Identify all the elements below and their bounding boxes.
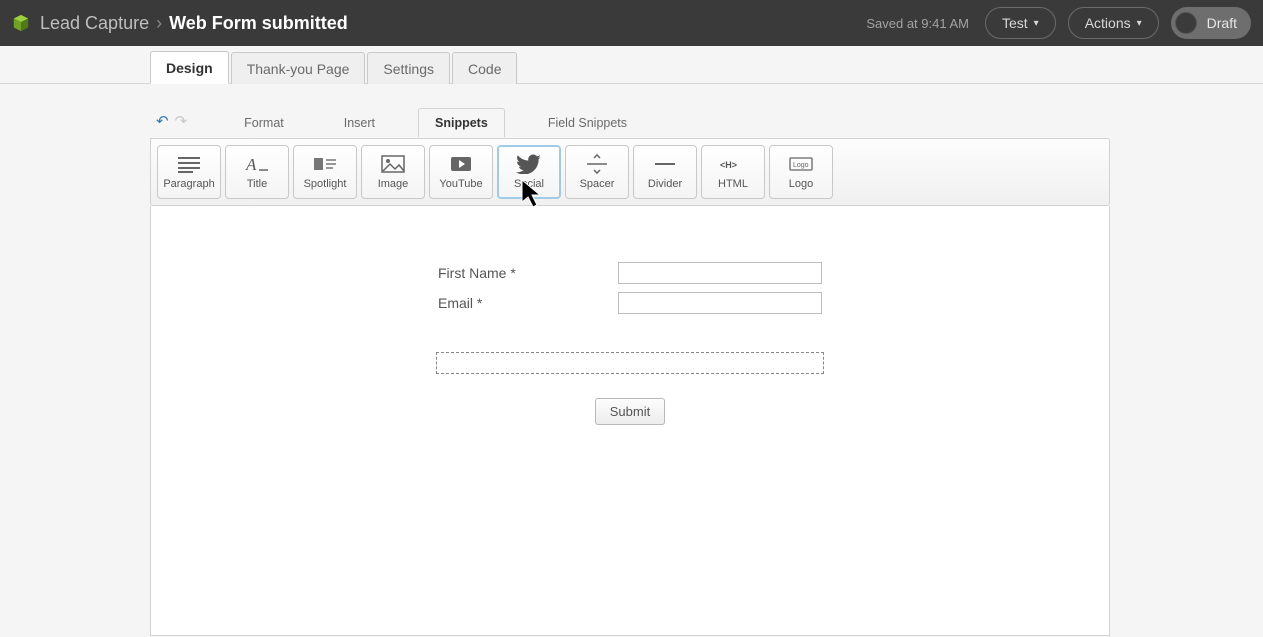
editor-wrapper: ↶ ↷ Format Insert Snippets Field Snippet… [150, 104, 1110, 636]
snippet-social[interactable]: Social [497, 145, 561, 199]
first-name-label: First Name * [438, 265, 618, 281]
draft-label: Draft [1207, 15, 1237, 31]
draft-toggle[interactable]: Draft [1171, 7, 1251, 39]
toolbar-tab-row: ↶ ↷ Format Insert Snippets Field Snippet… [150, 104, 1110, 138]
app-header: Lead Capture › Web Form submitted Saved … [0, 0, 1263, 46]
test-button-label: Test [1002, 15, 1028, 31]
snippet-spotlight-label: Spotlight [304, 178, 347, 190]
divider-icon [652, 154, 678, 174]
test-button[interactable]: Test ▾ [985, 7, 1056, 39]
snippet-youtube[interactable]: YouTube [429, 145, 493, 199]
submit-button[interactable]: Submit [595, 398, 665, 425]
svg-text:A: A [245, 155, 257, 173]
redo-icon: ↷ [175, 114, 188, 129]
snippet-divider-label: Divider [648, 178, 682, 190]
spotlight-icon [312, 154, 338, 174]
tab-code[interactable]: Code [452, 52, 517, 84]
snippet-html[interactable]: <H> HTML [701, 145, 765, 199]
breadcrumb-separator: › [156, 13, 162, 34]
chevron-down-icon: ▾ [1137, 18, 1142, 29]
form-row-first-name: First Name * [438, 262, 822, 284]
snippet-drop-target[interactable] [436, 352, 824, 374]
breadcrumb-parent[interactable]: Lead Capture [40, 13, 149, 34]
breadcrumb-current: Web Form submitted [169, 13, 348, 34]
svg-text:Logo: Logo [793, 162, 809, 169]
tool-tab-snippets[interactable]: Snippets [418, 108, 505, 137]
social-icon [516, 154, 542, 174]
undo-redo-group: ↶ ↷ [156, 114, 187, 129]
actions-button-label: Actions [1085, 15, 1131, 31]
tab-design[interactable]: Design [150, 51, 229, 84]
tool-tab-field-snippets[interactable]: Field Snippets [531, 108, 644, 137]
undo-icon[interactable]: ↶ [156, 114, 169, 129]
spacer-icon [584, 154, 610, 174]
snippet-paragraph[interactable]: Paragraph [157, 145, 221, 199]
tool-tab-insert[interactable]: Insert [327, 108, 392, 137]
tab-thank-you[interactable]: Thank-you Page [231, 52, 366, 84]
snippet-spacer[interactable]: Spacer [565, 145, 629, 199]
main-tab-row: Design Thank-you Page Settings Code [0, 46, 1263, 84]
first-name-input[interactable] [618, 262, 822, 284]
snippet-spacer-label: Spacer [580, 178, 615, 190]
snippet-title[interactable]: A Title [225, 145, 289, 199]
snippet-toolbar: Paragraph A Title Spotlight Image YouTub… [150, 138, 1110, 206]
app-logo-icon [12, 14, 30, 32]
chevron-down-icon: ▾ [1034, 18, 1039, 29]
snippet-social-label: Social [514, 178, 544, 190]
snippet-logo[interactable]: Logo Logo [769, 145, 833, 199]
logo-icon: Logo [788, 154, 814, 174]
form-row-email: Email * [438, 292, 822, 314]
snippet-image-label: Image [378, 178, 409, 190]
snippet-logo-label: Logo [789, 178, 813, 190]
tab-settings[interactable]: Settings [367, 52, 450, 84]
snippet-image[interactable]: Image [361, 145, 425, 199]
html-icon: <H> [720, 154, 746, 174]
snippet-spotlight[interactable]: Spotlight [293, 145, 357, 199]
paragraph-icon [176, 154, 202, 174]
toggle-knob-icon [1175, 12, 1197, 34]
snippet-title-label: Title [247, 178, 267, 190]
snippet-html-label: HTML [718, 178, 748, 190]
saved-status: Saved at 9:41 AM [866, 16, 969, 31]
tool-tab-format[interactable]: Format [227, 108, 301, 137]
email-input[interactable] [618, 292, 822, 314]
title-icon: A [244, 154, 270, 174]
snippet-paragraph-label: Paragraph [163, 178, 214, 190]
snippet-divider[interactable]: Divider [633, 145, 697, 199]
image-icon [380, 154, 406, 174]
actions-button[interactable]: Actions ▾ [1068, 7, 1159, 39]
youtube-icon [448, 154, 474, 174]
header-right: Saved at 9:41 AM Test ▾ Actions ▾ Draft [866, 7, 1251, 39]
svg-text:<H>: <H> [720, 160, 737, 170]
email-label: Email * [438, 295, 618, 311]
snippet-youtube-label: YouTube [439, 178, 482, 190]
form-canvas[interactable]: First Name * Email * Submit [150, 206, 1110, 636]
header-left: Lead Capture › Web Form submitted [12, 13, 866, 34]
